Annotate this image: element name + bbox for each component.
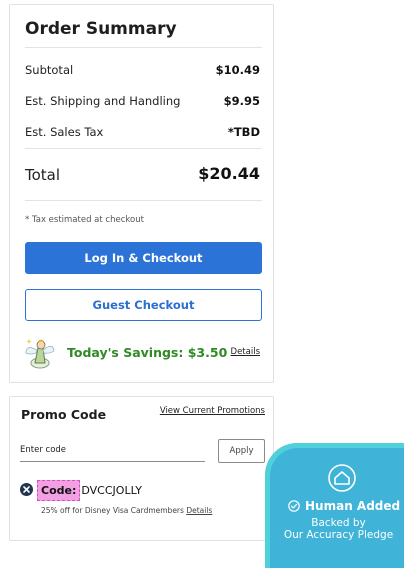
savings-details-link[interactable]: Details (231, 347, 260, 357)
subtotal-value: $10.49 (215, 63, 260, 77)
guest-checkout-button[interactable]: Guest Checkout (25, 289, 262, 321)
accuracy-pledge-badge[interactable]: Human Added Backed by Our Accuracy Pledg… (265, 443, 404, 568)
tax-note: * Tax estimated at checkout (25, 215, 144, 225)
subtotal-label: Subtotal (25, 63, 74, 77)
house-badge-icon (328, 464, 356, 492)
pledge-subtitle: Backed by Our Accuracy Pledge (270, 517, 404, 541)
applied-code-details-link[interactable]: Details (186, 506, 212, 515)
applied-code-desc-text: 25% off for Disney Visa Cardmembers (41, 506, 184, 515)
order-summary-title: Order Summary (25, 19, 177, 39)
check-circle-icon (288, 500, 300, 512)
close-circle-icon[interactable] (20, 483, 33, 496)
promo-code-title: Promo Code (21, 407, 107, 422)
order-summary-card: Order Summary Subtotal $10.49 Est. Shipp… (9, 4, 274, 383)
pledge-line-2: Our Accuracy Pledge (283, 529, 394, 541)
promo-code-card: Promo Code View Current Promotions Apply… (9, 396, 274, 541)
tinker-bell-illustration (25, 339, 55, 369)
divider (25, 148, 262, 149)
pledge-title-text: Human Added (305, 499, 401, 513)
shipping-label: Est. Shipping and Handling (25, 94, 181, 108)
total-label: Total (25, 166, 61, 184)
shipping-value: $9.95 (223, 94, 260, 108)
divider (25, 47, 262, 48)
total-value: $20.44 (198, 164, 260, 183)
sales-tax-value: *TBD (227, 125, 260, 139)
sales-tax-label: Est. Sales Tax (25, 125, 104, 139)
divider (25, 200, 262, 201)
pledge-line-1: Backed by (311, 517, 366, 529)
promo-code-input[interactable] (20, 438, 205, 462)
todays-savings: Today's Savings: $3.50 (67, 345, 228, 360)
view-current-promotions-link[interactable]: View Current Promotions (160, 406, 265, 416)
pledge-title: Human Added (288, 499, 400, 513)
applied-code-line: Code: DVCCJOLLY (37, 480, 142, 501)
applied-code-description: 25% off for Disney Visa Cardmembers Deta… (41, 506, 212, 515)
login-checkout-button[interactable]: Log In & Checkout (25, 242, 262, 274)
apply-button[interactable]: Apply (218, 439, 265, 463)
accuracy-pledge-panel: Human Added Backed by Our Accuracy Pledg… (270, 448, 404, 568)
applied-code-label: Code: (37, 480, 81, 501)
applied-code-value: DVCCJOLLY (81, 484, 142, 497)
